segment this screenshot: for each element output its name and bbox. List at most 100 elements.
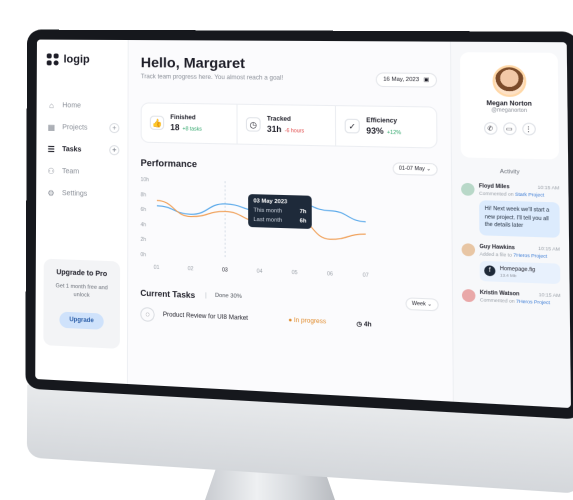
sidebar-item-label: Settings xyxy=(62,190,87,198)
file-attachment[interactable]: f Homepage.fig 13.4 Mb xyxy=(480,260,561,283)
y-tick-label: 2h xyxy=(140,237,146,243)
thumbs-up-icon: 👍 xyxy=(150,116,164,130)
stat-value: 18 xyxy=(170,123,179,132)
home-icon: ⌂ xyxy=(46,100,56,110)
upgrade-card: Upgrade to Pro Get 1 month free and unlo… xyxy=(43,259,120,349)
tasks-title: Current Tasks xyxy=(140,288,195,299)
list-item: Floyd Miles 10:15 AM Commented on Stark P… xyxy=(461,183,560,237)
x-tick-label: 02 xyxy=(188,266,194,272)
stat-delta: +12% xyxy=(387,129,401,136)
sidebar-item-tasks[interactable]: ☰ Tasks + xyxy=(46,139,117,161)
x-tick-label: 07 xyxy=(363,272,369,279)
add-task-button[interactable]: + xyxy=(109,145,119,155)
stat-delta: -6 hours xyxy=(285,128,304,135)
y-tick-label: 4h xyxy=(140,222,146,228)
x-tick-label: 03 xyxy=(222,267,228,273)
y-tick-label: 8h xyxy=(141,192,147,198)
team-icon: ⚇ xyxy=(46,166,56,176)
sidebar-item-label: Team xyxy=(62,168,79,175)
y-tick-label: 0h xyxy=(140,252,146,258)
sidebar-item-label: Tasks xyxy=(62,146,81,153)
sidebar-item-home[interactable]: ⌂ Home xyxy=(46,95,117,116)
activity-name: Guy Hawkins xyxy=(479,243,514,251)
figma-icon: f xyxy=(484,265,495,276)
tasks-header: Current Tasks Done 30% Week ⌄ xyxy=(140,287,438,312)
gear-icon: ⚙ xyxy=(46,188,56,198)
x-tick-label: 01 xyxy=(154,265,160,271)
task-icon: ◌ xyxy=(140,307,154,322)
stat-value: 93% xyxy=(366,126,383,136)
activity-time: 10:15 AM xyxy=(538,245,560,252)
stat-delta: +8 tasks xyxy=(183,126,202,132)
activity-time: 10:15 AM xyxy=(538,185,560,192)
brand-logo[interactable]: logip xyxy=(47,53,118,66)
stat-label: Efficiency xyxy=(366,117,401,124)
avatar[interactable] xyxy=(492,65,526,97)
sidebar-item-projects[interactable]: ▦ Projects + xyxy=(46,117,117,138)
sidebar-item-label: Projects xyxy=(62,124,87,131)
monitor-bezel: logip ⌂ Home ▦ Projects + ☰ Tasks + ⚇ Te… xyxy=(25,30,573,420)
performance-chart: 10h 8h 6h 4h 2h 0h 01 02 03 04 05 06 07 03 May 2023 … xyxy=(140,173,438,286)
activity-time: 10:15 AM xyxy=(539,291,561,298)
chart-tooltip: 03 May 2023 This month 7h Last month 6h xyxy=(248,194,312,229)
stat-finished: 👍 Finished 18 +8 tasks xyxy=(142,103,238,143)
task-time: 4h xyxy=(364,321,372,328)
avatar xyxy=(462,243,476,256)
x-tick-label: 06 xyxy=(327,271,333,278)
stat-label: Tracked xyxy=(267,116,304,123)
y-tick-label: 6h xyxy=(141,207,147,213)
profile-card: Megan Norton @meganorton ✆ ▭ ⋮ xyxy=(460,52,559,159)
stat-value: 31h xyxy=(267,124,282,134)
tasks-icon: ☰ xyxy=(46,144,56,154)
list-item: Guy Hawkins 10:15 AM Added a file to 7Her… xyxy=(462,243,561,284)
range-value: 01-07 May xyxy=(399,166,425,173)
date-picker[interactable]: 16 May, 2023 ▣ xyxy=(376,72,437,87)
upgrade-title: Upgrade to Pro xyxy=(50,269,114,279)
activity-name: Floyd Miles xyxy=(479,183,510,190)
avatar xyxy=(462,288,476,301)
more-icon[interactable]: ⋮ xyxy=(522,123,536,136)
profile-actions: ✆ ▭ ⋮ xyxy=(467,122,552,136)
page-title: Hello, Margaret xyxy=(141,54,437,73)
activity-link[interactable]: Stark Project xyxy=(515,192,544,198)
task-name: Product Review for UI8 Market xyxy=(163,312,248,322)
performance-header: Performance 01-07 May ⌄ xyxy=(141,157,438,176)
tooltip-date: 03 May 2023 xyxy=(253,198,306,206)
activity-title: Activity xyxy=(461,168,559,177)
calendar-icon: ▣ xyxy=(424,77,430,83)
dashboard-screen: logip ⌂ Home ▦ Projects + ☰ Tasks + ⚇ Te… xyxy=(35,40,571,409)
brand-name: logip xyxy=(64,54,90,66)
phone-icon[interactable]: ✆ xyxy=(483,122,497,135)
sidebar-item-team[interactable]: ⚇ Team xyxy=(46,161,117,183)
week-select[interactable]: Week ⌄ xyxy=(405,297,439,311)
sidebar-item-settings[interactable]: ⚙ Settings xyxy=(46,183,117,205)
avatar xyxy=(461,183,474,196)
tooltip-last-label: Last month xyxy=(253,217,282,224)
performance-title: Performance xyxy=(141,158,197,169)
activity-link[interactable]: 7Heros Project xyxy=(513,252,547,259)
activity-message: Hi! Next week we'll start a new project.… xyxy=(479,200,560,237)
add-project-button[interactable]: + xyxy=(109,123,119,133)
profile-handle: @meganorton xyxy=(467,107,551,115)
stats-bar: 👍 Finished 18 +8 tasks ◷ Tracked 31h -6 ho… xyxy=(141,102,438,148)
table-row[interactable]: ◌ Product Review for UI8 Market ● In pro… xyxy=(140,307,439,335)
tooltip-this-value: 7h xyxy=(300,209,307,215)
tooltip-this-label: This month xyxy=(253,208,282,215)
video-icon[interactable]: ▭ xyxy=(502,122,516,135)
tasks-done: Done 30% xyxy=(206,292,242,300)
clock-icon: ◷ xyxy=(246,117,261,132)
upgrade-button[interactable]: Upgrade xyxy=(59,311,104,329)
task-status: In progress xyxy=(294,318,326,326)
logo-icon xyxy=(47,53,59,65)
x-tick-label: 04 xyxy=(257,269,263,275)
stat-tracked: ◷ Tracked 31h -6 hours xyxy=(238,105,337,146)
main-content: Hello, Margaret Track team progress here… xyxy=(128,40,453,402)
activity-link[interactable]: 7Heros Project xyxy=(516,298,550,305)
x-tick-label: 05 xyxy=(292,270,298,277)
stat-label: Finished xyxy=(170,114,202,121)
tooltip-last-value: 6h xyxy=(300,218,307,224)
date-value: 16 May, 2023 xyxy=(383,77,419,84)
grid-icon: ▦ xyxy=(46,122,56,132)
activity-desc: Commented on xyxy=(479,191,514,197)
range-select[interactable]: 01-07 May ⌄ xyxy=(392,162,437,176)
